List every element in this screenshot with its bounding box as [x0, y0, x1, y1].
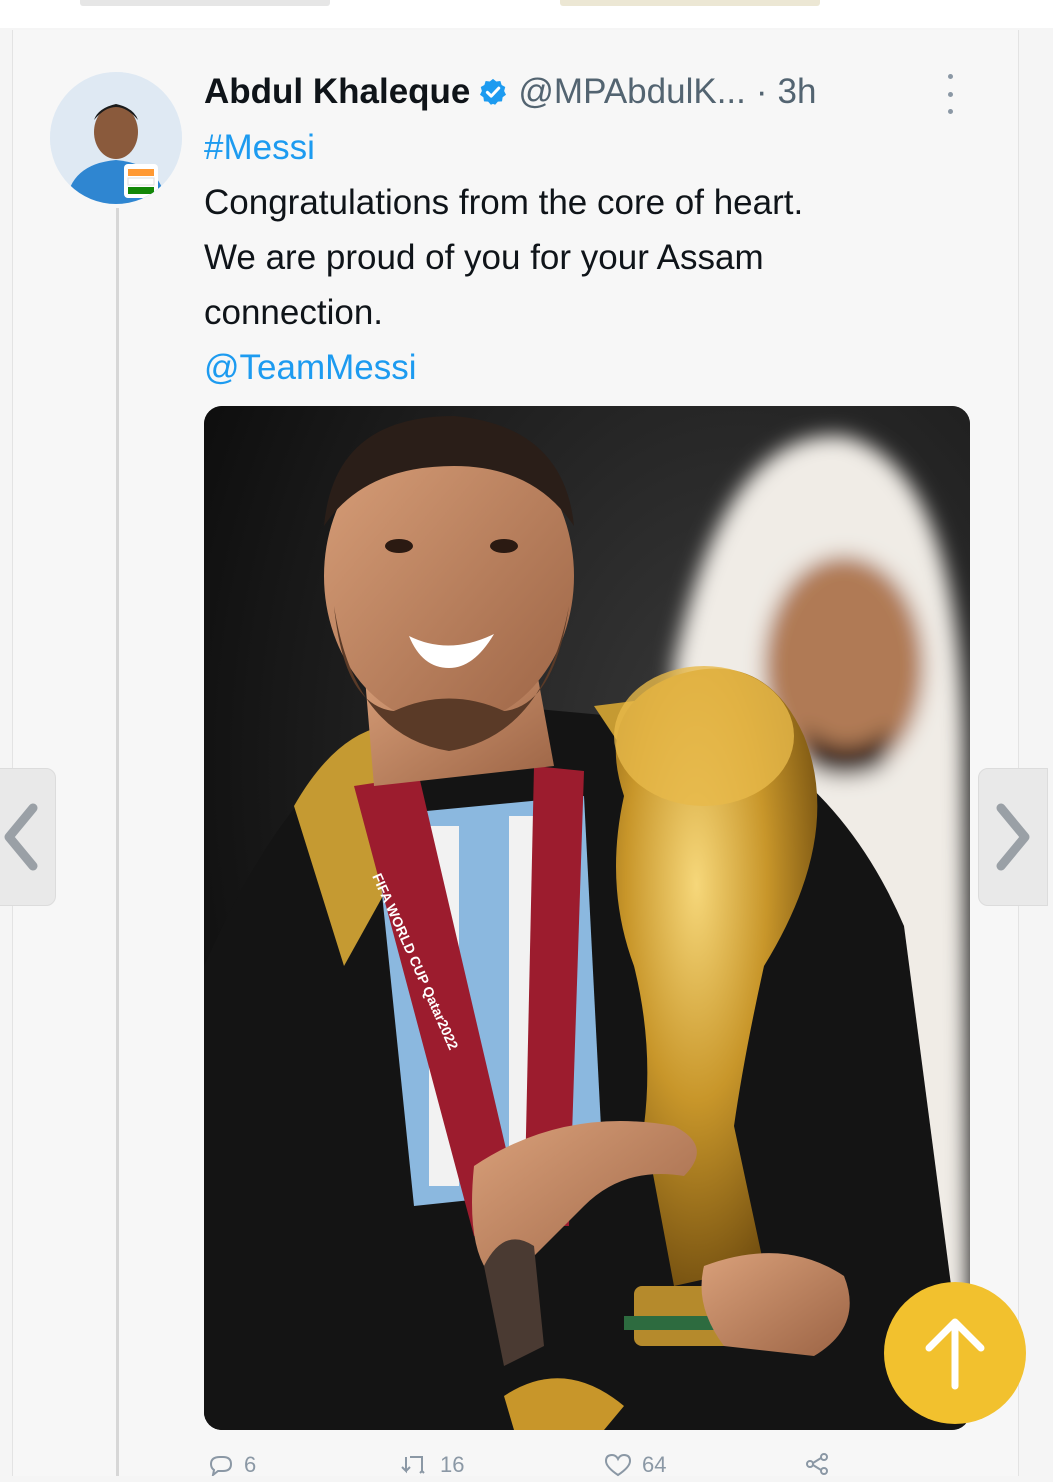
tweet-text-line: We are proud of you for your Assam — [204, 238, 764, 277]
author-name[interactable]: Abdul Khaleque — [204, 72, 470, 112]
retweet-icon — [401, 1456, 425, 1474]
reply-count: 6 — [244, 1452, 257, 1477]
tweet-header: Abdul Khaleque @MPAbdulK... · 3h — [204, 70, 816, 114]
prev-button[interactable] — [0, 768, 56, 906]
like-count: 64 — [642, 1452, 667, 1477]
mention-link[interactable]: @TeamMessi — [204, 340, 994, 395]
more-options-icon[interactable] — [938, 74, 962, 114]
thread-connector — [116, 208, 119, 1476]
chevron-right-icon — [996, 803, 1030, 871]
reply-action[interactable]: 6 — [208, 1452, 256, 1478]
tweet-time[interactable]: 3h — [778, 72, 817, 112]
author-avatar[interactable] — [50, 72, 182, 204]
share-action[interactable] — [804, 1452, 830, 1476]
reply-icon — [209, 1456, 233, 1476]
tweet-body: #Messi Congratulations from the core of … — [204, 120, 994, 395]
like-action[interactable]: 64 — [604, 1452, 666, 1478]
retweet-count: 16 — [440, 1452, 465, 1477]
tweet-text-line: connection. — [204, 293, 384, 332]
scroll-to-top-button[interactable] — [884, 1282, 1026, 1424]
top-divider-accent — [560, 0, 820, 6]
time-separator: · — [755, 72, 768, 111]
hashtag-link[interactable]: #Messi — [204, 120, 994, 175]
next-button[interactable] — [978, 768, 1048, 906]
verified-badge-icon — [478, 77, 508, 107]
retweet-action[interactable]: 16 — [400, 1452, 464, 1478]
tweet-text-line: Congratulations from the core of heart. — [204, 183, 804, 222]
tweet-photo[interactable]: FIFA WORLD CUP Qatar2022 — [204, 406, 970, 1430]
messi-trophy-photo: FIFA WORLD CUP Qatar2022 — [204, 406, 970, 1430]
avatar-image — [50, 72, 182, 204]
top-strip — [0, 0, 1053, 28]
like-icon — [604, 1453, 632, 1477]
tweet-actions: 6 16 64 — [204, 1452, 904, 1482]
author-handle[interactable]: @MPAbdulK... — [518, 72, 745, 112]
arrow-up-icon — [925, 1318, 985, 1390]
share-icon — [806, 1453, 828, 1475]
top-divider — [80, 0, 330, 6]
chevron-left-icon — [4, 803, 38, 871]
